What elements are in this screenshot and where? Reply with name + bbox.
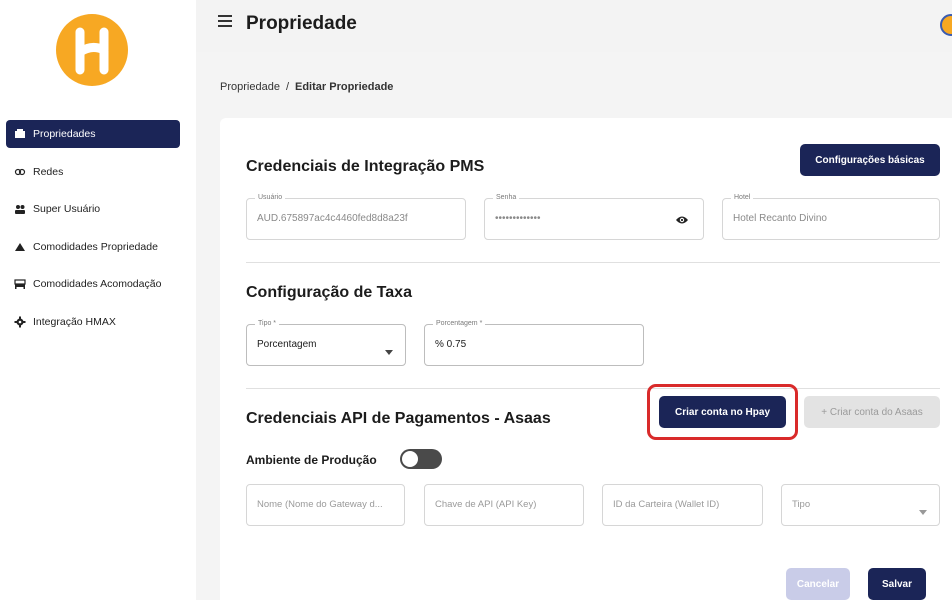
link-icon — [14, 166, 26, 178]
payments-section-title: Credenciais API de Pagamentos - Asaas — [246, 410, 551, 427]
tax-type-value: Porcentagem — [257, 339, 317, 350]
gateway-name-field[interactable]: Nome (Nome do Gateway d... — [246, 484, 405, 526]
sidebar-item-label: Comodidades Acomodação — [33, 278, 162, 290]
production-env-toggle[interactable] — [400, 449, 442, 469]
save-button[interactable]: Salvar — [868, 568, 926, 600]
page-title: Propriedade — [246, 13, 357, 34]
sidebar: Propriedades Redes Super Usuário Comodid… — [0, 0, 196, 600]
sidebar-item-propriedades[interactable]: Propriedades — [6, 120, 180, 148]
section-divider — [246, 262, 940, 263]
create-asaas-account-button[interactable]: + Criar conta do Asaas — [804, 396, 940, 428]
sidebar-nav: Propriedades Redes Super Usuário Comodid… — [6, 120, 180, 345]
pms-user-label: Usuário — [255, 194, 286, 201]
tax-percent-field[interactable]: Porcentagem * % 0.75 — [424, 320, 644, 366]
sidebar-item-redes[interactable]: Redes — [6, 158, 180, 186]
api-key-field[interactable]: Chave de API (API Key) — [424, 484, 584, 526]
sidebar-item-label: Super Usuário — [33, 203, 101, 215]
bed-icon — [14, 278, 26, 290]
sidebar-item-label: Propriedades — [33, 128, 96, 140]
pms-hotel-value: Hotel Recanto Divino — [733, 213, 827, 224]
sidebar-item-comodidades-acomodacao[interactable]: Comodidades Acomodação — [6, 270, 180, 298]
sidebar-item-comodidades-propriedade[interactable]: Comodidades Propriedade — [6, 233, 180, 261]
chevron-down-icon — [919, 502, 927, 520]
breadcrumb-separator: / — [285, 81, 289, 93]
breadcrumb-root[interactable]: Propriedade — [220, 81, 280, 93]
building-icon — [14, 128, 26, 140]
hamburger-menu-icon[interactable] — [218, 15, 232, 29]
triangle-icon — [14, 241, 26, 253]
section-divider — [246, 388, 940, 389]
cancel-button[interactable]: Cancelar — [786, 568, 850, 600]
gear-icon — [14, 316, 26, 328]
sidebar-item-label: Redes — [33, 165, 64, 178]
pms-user-field[interactable]: Usuário AUD.675897ac4c4460fed8d8a23f — [246, 194, 466, 240]
sidebar-item-super-usuario[interactable]: Super Usuário — [6, 195, 180, 223]
wallet-id-field[interactable]: ID da Carteira (Wallet ID) — [602, 484, 763, 526]
eye-icon[interactable] — [675, 213, 689, 231]
pms-hotel-field[interactable]: Hotel Hotel Recanto Divino — [722, 194, 940, 240]
account-type-select[interactable]: Tipo — [781, 484, 940, 526]
pms-section-title: Credenciais de Integração PMS — [246, 158, 485, 175]
pms-password-field[interactable]: Senha ••••••••••••• — [484, 194, 704, 240]
tax-type-select[interactable]: Tipo * Porcentagem — [246, 320, 406, 366]
chevron-down-icon — [385, 342, 393, 360]
pms-password-label: Senha — [493, 194, 520, 201]
sidebar-item-label: Integração HMAX — [33, 315, 116, 328]
tax-percent-label: Porcentagem * — [433, 320, 486, 327]
top-bar: Propriedade — [196, 0, 952, 52]
toggle-knob — [402, 451, 418, 467]
breadcrumb: Propriedade / Editar Propriedade — [220, 81, 393, 93]
production-env-label: Ambiente de Produção — [246, 453, 377, 467]
users-icon — [14, 203, 26, 215]
sidebar-item-integracao-hmax[interactable]: Integração HMAX — [6, 308, 180, 336]
breadcrumb-current: Editar Propriedade — [295, 81, 394, 93]
account-type-placeholder: Tipo — [792, 499, 811, 510]
sidebar-item-label: Comodidades Propriedade — [33, 240, 158, 253]
avatar[interactable] — [940, 14, 952, 36]
gateway-name-placeholder: Nome (Nome do Gateway d... — [257, 499, 383, 510]
brand-logo — [56, 14, 128, 86]
pms-user-value: AUD.675897ac4c4460fed8d8a23f — [257, 213, 408, 224]
edit-property-card: Credenciais de Integração PMS Configuraç… — [220, 118, 952, 600]
api-key-placeholder: Chave de API (API Key) — [435, 499, 537, 510]
pms-password-value: ••••••••••••• — [495, 213, 541, 224]
tax-section-title: Configuração de Taxa — [246, 284, 412, 301]
wallet-id-placeholder: ID da Carteira (Wallet ID) — [613, 499, 720, 510]
tax-type-label: Tipo * — [255, 320, 280, 327]
pms-hotel-label: Hotel — [731, 194, 754, 201]
tax-percent-value: % 0.75 — [435, 339, 467, 350]
create-hpay-account-button[interactable]: Criar conta no Hpay — [659, 396, 786, 428]
basic-settings-button[interactable]: Configurações básicas — [800, 144, 940, 176]
